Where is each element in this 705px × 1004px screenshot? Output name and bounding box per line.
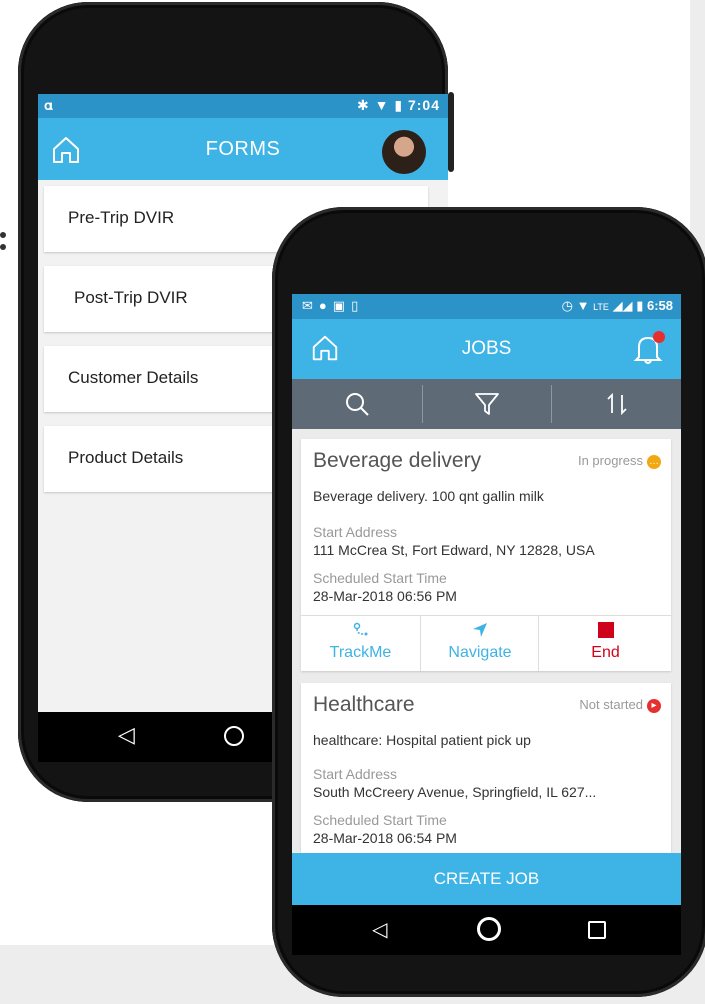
back-icon[interactable]: ◁ [372, 917, 387, 942]
bluetooth-icon: ✱ [356, 97, 370, 113]
time-value: 28-Mar-2018 06:54 PM [313, 830, 457, 846]
home-circle-icon[interactable] [477, 917, 501, 941]
alarm-icon: ◷ [561, 298, 573, 313]
job-description: healthcare: Hospital patient pick up [313, 732, 531, 748]
status-bar: 𝛂 ✱ ▼ ▮ 7:04 [38, 94, 448, 118]
navigate-button[interactable]: Navigate [420, 616, 539, 671]
job-title: Healthcare [313, 693, 415, 716]
sort-button[interactable] [552, 379, 681, 429]
job-card[interactable]: Beverage delivery In progress… Beverage … [301, 439, 671, 671]
unread-badge [653, 331, 665, 343]
home-circle-icon[interactable] [224, 726, 244, 746]
address-label: Start Address [313, 524, 398, 540]
trackme-button[interactable]: TrackMe [301, 616, 420, 671]
filter-icon [475, 393, 499, 415]
network-label: LTE [593, 302, 609, 312]
wifi-icon: ▼ [576, 298, 590, 313]
battery-icon: ▮ [394, 97, 404, 113]
avatar[interactable] [382, 130, 426, 174]
recents-icon[interactable] [588, 921, 606, 939]
nav-bar: ◁ [292, 905, 681, 955]
status-time: 6:58 [646, 298, 673, 313]
time-value: 28-Mar-2018 06:56 PM [313, 588, 457, 604]
time-label: Scheduled Start Time [313, 570, 447, 586]
time-label: Scheduled Start Time [313, 812, 447, 828]
status-time: 7:04 [407, 97, 440, 113]
chat-icon: ● [318, 298, 333, 313]
notification-icon: 𝛂 [44, 97, 53, 113]
search-icon [346, 393, 369, 416]
notification-icon: ▯ [351, 298, 365, 313]
address-value: 111 McCrea St, Fort Edward, NY 12828, US… [313, 542, 595, 558]
job-description: Beverage delivery. 100 qnt gallin milk [313, 488, 544, 504]
route-icon [301, 622, 420, 644]
image-icon: ▣ [332, 298, 352, 313]
stop-icon [539, 622, 672, 644]
wifi-icon: ▼ [374, 97, 390, 113]
page-title: JOBS [461, 338, 512, 359]
back-icon[interactable]: ◁ [118, 722, 135, 748]
not-started-icon: ▸ [647, 698, 661, 713]
job-toolbar [292, 379, 681, 429]
address-label: Start Address [313, 766, 398, 782]
job-actions: TrackMe Navigate End [301, 615, 671, 671]
status-bar: ✉●▣▯ ◷ ▼ LTE ◢◢ ▮ 6:58 [292, 294, 681, 319]
navigate-icon [421, 622, 539, 644]
job-title: Beverage delivery [313, 449, 482, 472]
battery-icon: ▮ [636, 298, 644, 313]
app-bar: FORMS [38, 118, 448, 180]
end-button[interactable]: End [538, 616, 672, 671]
job-card[interactable]: Healthcare Not started ▸ healthcare: Hosp… [301, 683, 671, 863]
sort-icon [606, 392, 627, 416]
status-badge: In progress… [577, 453, 661, 469]
jobs-screen: ✉●▣▯ ◷ ▼ LTE ◢◢ ▮ 6:58 JOBS Beverage del… [292, 294, 681, 950]
mail-icon: ✉ [302, 298, 319, 313]
app-bar: JOBS [292, 319, 681, 379]
filter-button[interactable] [423, 379, 551, 429]
address-value: South McCreery Avenue, Springfield, IL 6… [313, 784, 597, 800]
signal-icon: ◢◢ [612, 298, 633, 313]
notification-bell-icon[interactable] [633, 331, 665, 365]
create-job-button[interactable]: CREATE JOB [292, 853, 681, 905]
status-badge: Not started ▸ [579, 697, 661, 713]
decorative-dots [0, 232, 8, 262]
search-button[interactable] [292, 379, 422, 429]
in-progress-icon: … [647, 454, 661, 469]
